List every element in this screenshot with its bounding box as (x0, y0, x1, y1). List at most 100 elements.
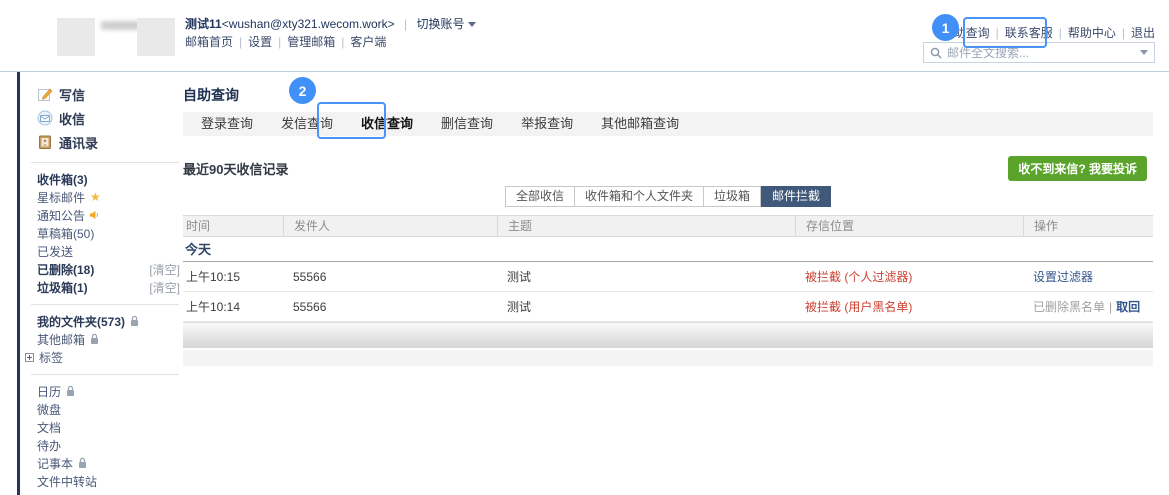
search-icon (930, 47, 942, 59)
table-footer-bar (183, 322, 1153, 348)
sidebar-item-notes[interactable]: 记事本 (37, 454, 180, 472)
table-row: 上午10:15 55566 测试 被拦截 (个人过滤器) 设置过滤器 (183, 262, 1153, 292)
receive-records-table: 时间 发件人 主题 存信位置 操作 今天 上午10:15 55566 测试 被拦… (183, 215, 1153, 366)
cell-location: 被拦截 (个人过滤器) (795, 268, 1023, 285)
contacts-button[interactable]: 通讯录 (37, 130, 180, 154)
cell-subject: 测试 (497, 268, 795, 285)
sidebar-item-calendar[interactable]: 日历 (37, 382, 180, 400)
annotation-step-1: 1 (932, 14, 959, 41)
col-actions: 操作 (1023, 216, 1153, 236)
header-nav: 邮箱首页 | 设置 | 管理邮箱 | 客户端 (185, 33, 476, 51)
sidebar-item-tags[interactable]: 标签 (25, 348, 180, 366)
sidebar-item-inbox[interactable]: 收件箱(3) (37, 170, 180, 188)
account-line: 测试11<wushan@xty321.wecom.work> | 切换账号 (185, 15, 476, 33)
divider (31, 162, 179, 163)
separator: | (1059, 26, 1062, 40)
cell-location: 被拦截 (用户黑名单) (795, 298, 1023, 315)
annotation-highlight-self-service (963, 17, 1047, 48)
lock-icon (129, 315, 140, 327)
receive-label: 收信 (59, 109, 85, 128)
nav-settings[interactable]: 设置 (248, 35, 272, 49)
filter-junk[interactable]: 垃圾箱 (704, 186, 761, 207)
cell-sender: 55566 (283, 300, 497, 314)
contacts-label: 通讯录 (59, 133, 98, 152)
cell-time: 上午10:15 (183, 268, 283, 285)
star-icon: ★ (90, 190, 101, 204)
sidebar: 写信 收信 通讯录 收件箱(3) 星标邮件★ 通知公告 草稿箱(50) 已发送 … (20, 72, 180, 495)
annotation-step-2: 2 (289, 77, 316, 104)
sidebar-item-deleted[interactable]: 已删除(18)[清空] (37, 260, 180, 278)
section-title: 最近90天收信记录 (183, 162, 288, 177)
col-location: 存信位置 (795, 216, 1023, 236)
blacklist-removed-label: 已删除黑名单 (1033, 300, 1105, 314)
account-address: <wushan@xty321.wecom.work> (222, 17, 395, 31)
expand-icon[interactable] (25, 353, 34, 362)
tab-delete-query[interactable]: 删信查询 (427, 112, 507, 136)
compose-icon (37, 86, 53, 102)
table-header-row: 时间 发件人 主题 存信位置 操作 (183, 215, 1153, 237)
sidebar-item-file-transfer[interactable]: 文件中转站 (37, 472, 180, 490)
switch-account-link[interactable]: 切换账号 (416, 17, 476, 31)
sidebar-item-wedrive[interactable]: 微盘 (37, 400, 180, 418)
sidebar-item-drafts[interactable]: 草稿箱(50) (37, 224, 180, 242)
cell-sender: 55566 (283, 270, 497, 284)
annotation-highlight-receive-query-tab (317, 102, 386, 139)
link-logout[interactable]: 退出 (1131, 26, 1155, 40)
sidebar-item-sent[interactable]: 已发送 (37, 242, 180, 260)
logo-image-2 (137, 18, 175, 56)
filter-row: 全部收信 收件箱和个人文件夹 垃圾箱 邮件拦截 (183, 186, 1153, 208)
nav-manage-mailbox[interactable]: 管理邮箱 (287, 35, 335, 49)
cell-subject: 测试 (497, 298, 795, 315)
link-help-center[interactable]: 帮助中心 (1068, 26, 1116, 40)
separator: | (404, 17, 407, 31)
logo-image (57, 18, 95, 56)
lock-icon (65, 385, 76, 397)
col-time: 时间 (183, 216, 283, 236)
filter-inbox-personal-folders[interactable]: 收件箱和个人文件夹 (575, 186, 704, 207)
clear-deleted-link[interactable]: [清空] (149, 261, 180, 278)
retrieve-link[interactable]: 取回 (1116, 300, 1140, 314)
complain-button[interactable]: 收不到来信? 我要投诉 (1008, 156, 1147, 181)
table-row: 上午10:14 55566 测试 被拦截 (用户黑名单) 已删除黑名单 | 取回 (183, 292, 1153, 322)
sidebar-item-my-folders[interactable]: 我的文件夹(573) (37, 312, 180, 330)
nav-client[interactable]: 客户端 (350, 35, 386, 49)
filter-all-received[interactable]: 全部收信 (505, 186, 575, 207)
sidebar-item-junk[interactable]: 垃圾箱(1)[清空] (37, 278, 180, 296)
col-subject: 主题 (497, 216, 795, 236)
speaker-icon (89, 209, 100, 221)
receive-mail-button[interactable]: 收信 (37, 106, 180, 130)
divider (31, 304, 179, 305)
separator: | (239, 35, 242, 49)
sidebar-item-todo[interactable]: 待办 (37, 436, 180, 454)
inbox-mail-icon (37, 110, 53, 126)
chevron-down-icon (468, 22, 476, 27)
divider (31, 374, 179, 375)
sidebar-item-other-mailboxes[interactable]: 其他邮箱 (37, 330, 180, 348)
nav-mail-home[interactable]: 邮箱首页 (185, 35, 233, 49)
search-options-dropdown-icon[interactable] (1140, 50, 1148, 55)
account-info: 测试11<wushan@xty321.wecom.work> | 切换账号 邮箱… (185, 15, 476, 51)
filter-mail-intercepted[interactable]: 邮件拦截 (761, 186, 831, 207)
tab-report-query[interactable]: 举报查询 (507, 112, 587, 136)
table-footer-strip (183, 350, 1153, 366)
separator: | (1109, 300, 1112, 314)
col-sender: 发件人 (283, 216, 497, 236)
sidebar-item-docs[interactable]: 文档 (37, 418, 180, 436)
compose-label: 写信 (59, 85, 85, 104)
section-header: 最近90天收信记录 收不到来信? 我要投诉 (183, 158, 1153, 182)
clear-junk-link[interactable]: [清空] (149, 279, 180, 296)
contacts-icon (37, 134, 53, 150)
tab-login-query[interactable]: 登录查询 (187, 112, 267, 136)
cell-time: 上午10:14 (183, 298, 283, 315)
sidebar-item-announcements[interactable]: 通知公告 (37, 206, 180, 224)
separator: | (278, 35, 281, 49)
lock-icon (89, 333, 100, 345)
tab-other-mailbox-query[interactable]: 其他邮箱查询 (587, 112, 693, 136)
compose-button[interactable]: 写信 (37, 82, 180, 106)
sidebar-item-starred[interactable]: 星标邮件★ (37, 188, 180, 206)
separator: | (1122, 26, 1125, 40)
separator: | (341, 35, 344, 49)
webmail-page: 测试11<wushan@xty321.wecom.work> | 切换账号 邮箱… (0, 0, 1169, 495)
account-name: 测试11 (185, 17, 222, 31)
set-filter-link[interactable]: 设置过滤器 (1033, 270, 1093, 284)
